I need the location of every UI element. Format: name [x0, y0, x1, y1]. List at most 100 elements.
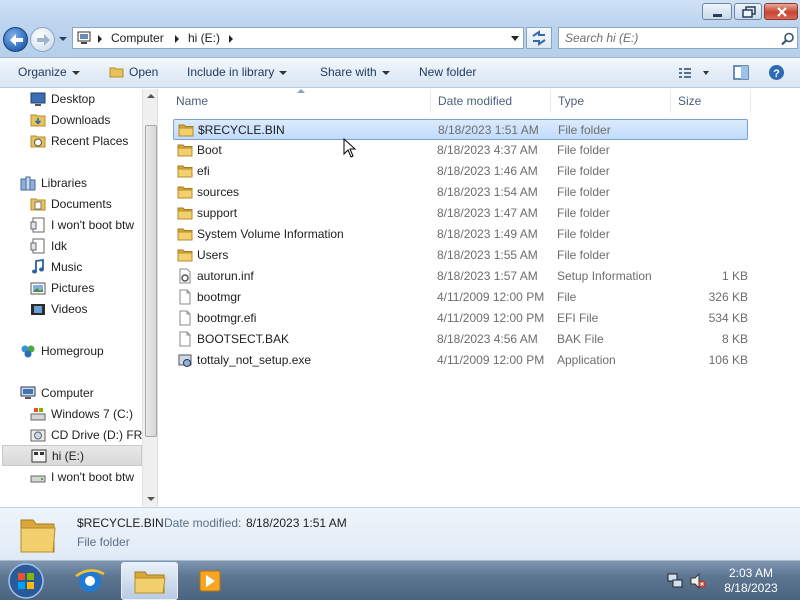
taskbar-internet-explorer[interactable] [62, 562, 119, 600]
column-header-size[interactable]: Size [671, 89, 751, 113]
nav-item-label: Videos [51, 302, 88, 316]
scroll-up-icon[interactable] [146, 92, 156, 100]
chevron-right-icon [229, 35, 233, 43]
include-in-library-button[interactable]: Include in library [187, 65, 288, 79]
file-size: 1 KB [721, 269, 748, 283]
nav-item-label: Documents [51, 197, 112, 211]
column-header-name[interactable]: Name [159, 89, 431, 113]
nav-item-drive-c[interactable]: Windows 7 (C:) [30, 404, 157, 424]
nav-item-documents[interactable]: Documents [30, 194, 157, 214]
preview-pane-icon[interactable] [733, 65, 749, 80]
file-name: bootmgr.efi [197, 311, 257, 325]
help-icon[interactable]: ? [768, 64, 785, 81]
folder-icon [177, 207, 193, 220]
nav-item-library-custom-1[interactable]: I won't boot btw [30, 215, 157, 235]
file-row[interactable]: BOOTSECT.BAK 8/18/2023 4:56 AM BAK File 8 K… [173, 329, 748, 350]
file-size: 106 KB [708, 353, 748, 367]
start-orb-icon[interactable] [6, 562, 46, 600]
file-row[interactable]: support 8/18/2023 1:47 AM File folder [173, 203, 748, 224]
details-pane: $RECYCLE.BIN Date modified: 8/18/2023 1:… [0, 507, 800, 560]
back-button[interactable] [3, 27, 28, 52]
share-with-label: Share with [320, 65, 377, 79]
nav-item-label: I won't boot btw [51, 218, 135, 232]
file-row[interactable]: bootmgr 4/11/2009 12:00 PM File 326 KB [173, 287, 748, 308]
nav-item-label: Idk [51, 239, 68, 253]
file-row[interactable]: $RECYCLE.BIN 8/18/2023 1:51 AM File folder [173, 119, 748, 140]
new-folder-button[interactable]: New folder [419, 65, 476, 79]
internet-explorer-icon [75, 569, 105, 592]
column-header-date-modified[interactable]: Date modified [431, 89, 551, 113]
file-date-modified: 4/11/2009 12:00 PM [437, 311, 545, 325]
chevron-down-icon [279, 70, 288, 75]
folder-icon [177, 165, 193, 178]
details-modified-label: Date modified: [164, 516, 242, 530]
chevron-down-icon[interactable] [510, 35, 520, 43]
setup-exe-icon [178, 354, 192, 367]
file-name: support [197, 206, 238, 220]
nav-item-desktop[interactable]: Desktop [30, 89, 157, 109]
address-bar[interactable]: Computer hi (E:) [72, 27, 524, 49]
nav-item-libraries[interactable]: Libraries [20, 173, 157, 193]
nav-item-homegroup[interactable]: Homegroup [20, 341, 157, 361]
column-headers: Name Date modified Type Size [159, 89, 800, 113]
file-row[interactable]: bootmgr.efi 4/11/2009 12:00 PM EFI File 534… [173, 308, 748, 329]
chevron-down-icon [71, 70, 80, 75]
file-row[interactable]: autorun.inf 8/18/2023 1:57 AM Setup Inform… [173, 266, 748, 287]
scroll-down-icon[interactable] [146, 495, 156, 503]
change-view-button[interactable] [678, 66, 710, 80]
close-button[interactable] [764, 3, 798, 20]
search-input[interactable] [565, 31, 775, 45]
nav-item-downloads[interactable]: Downloads [30, 110, 157, 130]
nav-item-pictures[interactable]: Pictures [30, 278, 157, 298]
search-box[interactable] [558, 27, 798, 49]
breadcrumb-computer[interactable]: Computer [111, 31, 164, 45]
file-size: 8 KB [721, 332, 748, 346]
share-with-button[interactable]: Share with [320, 65, 390, 79]
nav-item-music[interactable]: Music [30, 257, 157, 277]
nav-item-drive-other[interactable]: I won't boot btw [30, 467, 157, 487]
nav-item-library-idk[interactable]: Idk [30, 236, 157, 256]
maximize-button[interactable] [734, 3, 762, 20]
breadcrumb-drive[interactable]: hi (E:) [188, 31, 220, 45]
nav-item-drive-e-selected[interactable]: hi (E:) [2, 445, 142, 466]
file-date-modified: 8/18/2023 1:57 AM [437, 269, 538, 283]
nav-item-computer[interactable]: Computer [20, 383, 157, 403]
taskbar-media-player[interactable] [182, 562, 239, 600]
include-in-library-label: Include in library [187, 65, 275, 79]
search-icon[interactable] [781, 32, 795, 46]
pictures-icon [30, 282, 46, 295]
minimize-button[interactable] [702, 3, 732, 20]
taskbar-windows-explorer[interactable] [121, 562, 178, 600]
windows-explorer-icon [134, 571, 166, 594]
restore-icon [742, 6, 756, 18]
file-row[interactable]: Users 8/18/2023 1:55 AM File folder [173, 245, 748, 266]
file-row[interactable]: tottaly_not_setup.exe 4/11/2009 12:00 PM A… [173, 350, 748, 371]
refresh-button[interactable] [526, 27, 552, 49]
navigation-scrollbar[interactable] [142, 89, 157, 507]
network-tray-icon[interactable] [667, 573, 683, 589]
scrollbar-thumb[interactable] [145, 125, 157, 437]
file-icon [179, 310, 191, 326]
recent-places-icon [30, 135, 46, 148]
file-row[interactable]: Boot 8/18/2023 4:37 AM File folder [173, 140, 748, 161]
file-type: File folder [557, 227, 610, 241]
file-row[interactable]: System Volume Information 8/18/2023 1:49 … [173, 224, 748, 245]
file-row[interactable]: sources 8/18/2023 1:54 AM File folder [173, 182, 748, 203]
nav-item-videos[interactable]: Videos [30, 299, 157, 319]
file-icon [179, 289, 191, 305]
file-date-modified: 8/18/2023 1:49 AM [437, 227, 538, 241]
file-type: File [557, 290, 577, 304]
recent-pages-dropdown[interactable] [58, 34, 68, 44]
volume-muted-icon[interactable] [690, 573, 706, 589]
nav-item-recent-places[interactable]: Recent Places [30, 131, 157, 151]
forward-button[interactable] [30, 27, 55, 52]
open-label: Open [129, 65, 159, 79]
nav-item-cd-drive[interactable]: CD Drive (D:) FRT [30, 425, 157, 445]
file-row[interactable]: efi 8/18/2023 1:46 AM File folder [173, 161, 748, 182]
taskbar-clock[interactable]: 2:03 AM 8/18/2023 [716, 566, 786, 596]
open-button[interactable]: Open [109, 65, 158, 79]
organize-button[interactable]: Organize [18, 65, 80, 79]
refresh-icon [532, 30, 546, 46]
file-name: bootmgr [197, 290, 242, 304]
column-header-type[interactable]: Type [551, 89, 671, 113]
